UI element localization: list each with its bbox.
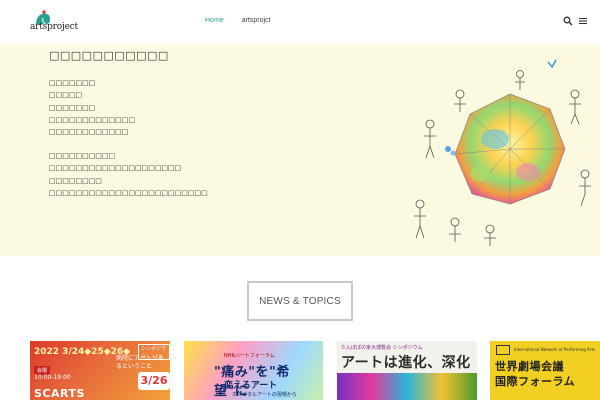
card-head: NHKハートフォーラム <box>224 353 275 359</box>
hero-section: □□□□□□□□□□□ □□□□□□□ □□□□□ □□□□□□□ □□□□□□… <box>0 44 600 256</box>
list-item: □□□□□□□□□□□□□ <box>49 115 135 124</box>
card-subtitle: 変えるアート <box>224 381 278 391</box>
card-title-line: 国際フォーラム <box>495 375 576 388</box>
card-time: 10:00-19:00 <box>34 374 71 381</box>
card-subtitle: 病院にアートがあるということ <box>116 355 164 370</box>
card-artwork <box>337 373 477 400</box>
card-title: SCARTS <box>34 387 85 400</box>
logo-text[interactable]: artsproject <box>30 22 78 32</box>
nav-home[interactable]: Home <box>205 17 224 24</box>
card-head: たんぽぽの家大博覧会 シンポジウム <box>341 345 423 351</box>
card-head: International Network of Performing Arts <box>514 347 596 352</box>
card-foot: ホスピタルアートの現場から <box>232 392 297 398</box>
site-header: artsproject Home artsprojct <box>0 0 600 44</box>
hero-list-secondary: □□□□□□□□□□ □□□□□□□□□□□□□□□□□□□□ □□□□□□□□… <box>49 150 208 199</box>
list-item: □□□□□ <box>49 91 83 100</box>
hamburger-menu-icon[interactable] <box>578 16 588 26</box>
hero-title: □□□□□□□□□□□ <box>49 49 169 62</box>
hero-illustration <box>414 59 591 246</box>
search-icon[interactable] <box>563 16 573 26</box>
news-topics-button[interactable]: NEWS & TOPICS <box>247 281 353 321</box>
main-nav: Home artsprojct <box>205 17 270 24</box>
nav-artsproject[interactable]: artsprojct <box>242 17 271 24</box>
list-item: □□□□□□□ <box>49 79 96 87</box>
list-item: □□□□□□□□□□□□ <box>49 128 129 137</box>
org-logo-icon <box>496 345 510 355</box>
list-item: □□□□□□□□ <box>49 176 102 185</box>
hero-list-primary: □□□□□□□ □□□□□ □□□□□□□ □□□□□□□□□□□□□ □□□□… <box>49 77 135 138</box>
list-item: □□□□□□□ <box>49 103 96 112</box>
list-item: □□□□□□□□□□ <box>49 152 116 160</box>
card-title: 世界劇場会議 国際フォーラム <box>495 359 575 389</box>
card-highlight-date: 3/26 <box>138 372 170 390</box>
list-item: □□□□□□□□□□□□□□□□□□□□ <box>49 164 182 173</box>
list-item: □□□□□□□□□□□□□□□□□□□□□□□□ <box>49 188 208 197</box>
card-title-line: 世界劇場会議 <box>495 360 564 373</box>
news-card-theatre-forum[interactable]: International Network of Performing Arts… <box>490 341 600 400</box>
news-card-tanpopo[interactable]: たんぽぽの家大博覧会 シンポジウム アートは進化、深化す <box>337 341 477 400</box>
news-card-scarts[interactable]: 2022 3/24◆25◆26◆ シンポジウム 病院にアートがあるということ 会… <box>30 341 170 400</box>
news-cards: 2022 3/24◆25◆26◆ シンポジウム 病院にアートがあるということ 会… <box>0 341 600 400</box>
news-card-nhk-forum[interactable]: NHKハートフォーラム "痛み"を"希望"に 変えるアート ホスピタルアートの現… <box>184 341 323 400</box>
